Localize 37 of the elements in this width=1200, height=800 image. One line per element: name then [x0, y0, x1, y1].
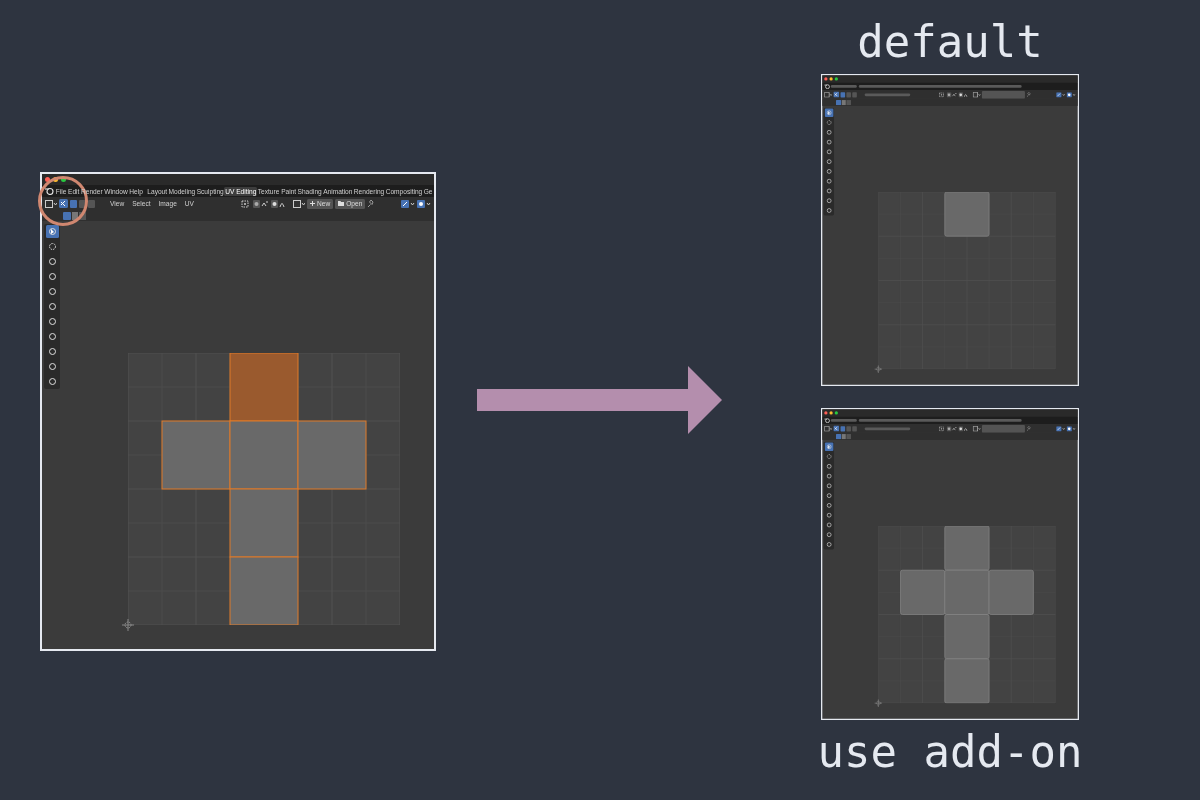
plus-icon — [310, 201, 315, 206]
menu-text-drawing — [830, 85, 857, 88]
caption: use add-on — [817, 725, 1083, 779]
proportional-edit-icon[interactable] — [271, 199, 287, 208]
pin-icon[interactable] — [367, 199, 375, 208]
cursor-icon[interactable] — [824, 442, 834, 451]
pivot-icon[interactable] — [241, 199, 251, 208]
sync-arrows-icon[interactable] — [59, 199, 68, 208]
image-browse-icon[interactable] — [972, 91, 981, 98]
close-icon[interactable] — [824, 411, 828, 415]
select-mode-icon[interactable] — [79, 199, 86, 208]
close-icon[interactable] — [45, 177, 50, 182]
button-row-drawing — [981, 424, 1025, 433]
menu-text-drawing — [864, 93, 911, 96]
overlay-toggle-icon[interactable] — [417, 199, 431, 208]
snap-icon[interactable] — [253, 199, 269, 208]
minimize-icon[interactable] — [829, 77, 833, 81]
cursor-icon[interactable] — [824, 108, 834, 117]
maximize-icon[interactable] — [61, 177, 66, 182]
app-logo-icon[interactable] — [45, 187, 54, 195]
image-browse-icon[interactable] — [293, 199, 305, 208]
maximize-icon[interactable] — [834, 411, 838, 415]
button-row-drawing — [981, 90, 1025, 99]
menu-text-drawing — [864, 427, 911, 430]
crosshair-icon — [122, 619, 134, 631]
minimize-icon[interactable] — [829, 411, 833, 415]
editor-type-icon[interactable] — [45, 199, 57, 208]
close-icon[interactable] — [824, 77, 828, 81]
menu-text-drawing — [830, 419, 857, 422]
caption: default — [857, 15, 1043, 69]
maximize-icon[interactable] — [834, 77, 838, 81]
sync-arrows-icon[interactable] — [833, 425, 840, 432]
sticky-select-icon[interactable] — [63, 211, 87, 220]
cursor-icon[interactable] — [45, 225, 59, 238]
gizmo-toggle-icon[interactable] — [401, 199, 415, 208]
sync-arrows-icon[interactable] — [833, 91, 840, 98]
folder-icon — [338, 201, 345, 206]
